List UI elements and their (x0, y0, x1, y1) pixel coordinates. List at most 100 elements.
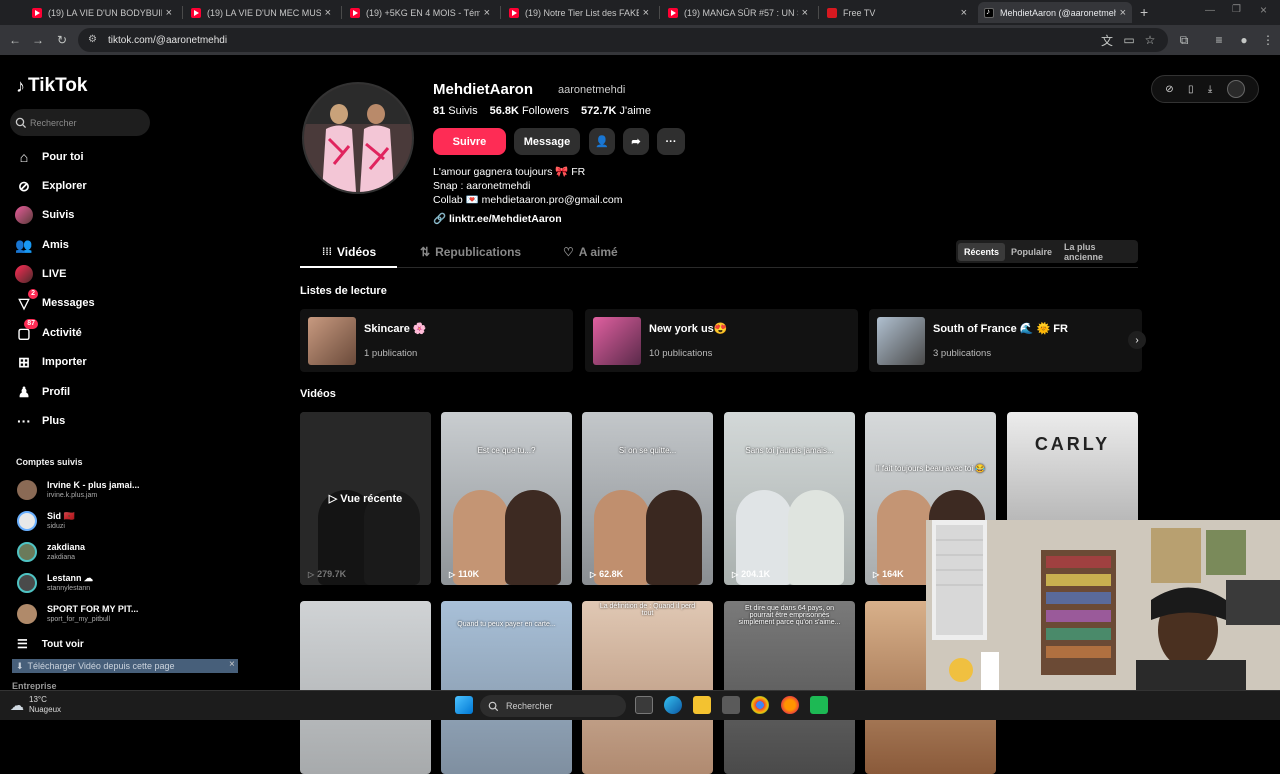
video-card[interactable]: Et dire que dans 64 pays, on pourrait êt… (724, 601, 855, 774)
chevron-right-icon[interactable]: › (1128, 331, 1146, 349)
add-friend-icon[interactable]: 👤 (589, 128, 615, 155)
task-view-icon[interactable] (635, 696, 653, 714)
profile-avatar (302, 82, 414, 194)
followed-account[interactable]: Irvine K - plus jamai... irvine.k.plus.ja… (17, 476, 140, 504)
media-controls-icon[interactable]: ≡ (1210, 31, 1228, 49)
following-avatar-icon (15, 206, 33, 224)
nav-explorer[interactable]: ⊘ Explorer (15, 175, 87, 197)
followers-stat[interactable]: 56.8K Followers (490, 105, 569, 117)
share-icon[interactable]: ➦ (623, 128, 649, 155)
likes-stat: 572.7K J'aime (581, 105, 651, 117)
sort-oldest[interactable]: La plus ancienne (1058, 238, 1136, 266)
profile-icon: ♟ (17, 383, 31, 400)
new-tab-icon[interactable]: + (1140, 4, 1148, 20)
store-icon[interactable] (722, 696, 740, 714)
see-all-link[interactable]: ☰ Tout voir (17, 637, 84, 651)
browser-tab[interactable]: (19) LA VIE D'UN MEC MUSCLÉ × (185, 2, 337, 23)
forward-icon[interactable]: → (29, 31, 47, 49)
playlist-card[interactable]: South of France 🌊 🌞 FR 3 publications (869, 309, 1142, 372)
back-icon[interactable]: ← (6, 31, 24, 49)
video-card[interactable]: Sans toi j'aurais jamais... 204.1K (724, 412, 855, 585)
followed-account[interactable]: SPORT FOR MY PIT... sport_for_my_pitbull (17, 600, 138, 628)
browser-tab[interactable]: (19) MANGA SÛR #57 : UN SCANDALE × (662, 2, 814, 23)
browser-tab[interactable]: Free TV × (821, 2, 973, 23)
nav-plus[interactable]: ··· Plus (15, 410, 65, 432)
edge-icon[interactable] (664, 696, 682, 714)
file-explorer-icon[interactable] (693, 696, 711, 714)
activity-badge: 87 (24, 319, 38, 329)
windows-start-icon[interactable] (455, 696, 473, 714)
tab-liked[interactable]: ♡ A aimé (563, 245, 618, 259)
app-icon[interactable] (810, 696, 828, 714)
followed-account[interactable]: Lestann ☁ stannylestann (17, 569, 93, 597)
close-icon[interactable]: × (325, 7, 331, 19)
live-icon (15, 265, 33, 283)
nav-importer[interactable]: ⊞ Importer (15, 351, 87, 373)
video-card[interactable]: ▷ Vue récente 279.7K (300, 412, 431, 585)
reload-icon[interactable]: ↻ (53, 31, 71, 49)
playlist-card[interactable]: Skincare 🌸 1 publication (300, 309, 573, 372)
video-card[interactable]: La définition de : Quand il perd tout (582, 601, 713, 774)
sort-selector: Récents Populaire La plus ancienne (956, 240, 1138, 263)
close-icon[interactable]: × (484, 7, 490, 19)
sort-popular[interactable]: Populaire (1005, 243, 1058, 261)
close-icon[interactable]: × (166, 7, 172, 19)
browser-tab[interactable]: (19) LA VIE D'UN BODYBUILDER × (26, 2, 178, 23)
site-info-icon[interactable]: ⚙ (88, 34, 100, 46)
nav-amis[interactable]: 👥 Amis (15, 234, 69, 256)
nav-pour-toi[interactable]: ⌂ Pour toi (15, 146, 84, 168)
translate-icon[interactable]: 文 (1098, 31, 1116, 49)
more-options-icon[interactable]: ··· (657, 128, 685, 155)
maximize-icon[interactable]: ❐ (1232, 4, 1241, 15)
nav-activite[interactable]: ▢ 87 Activité (15, 319, 82, 344)
profile-avatar-icon[interactable]: ● (1235, 31, 1253, 49)
address-bar[interactable]: ⚙ tiktok.com/@aaronetmehdi (78, 28, 1168, 52)
close-icon[interactable]: × (802, 7, 808, 19)
device-icon[interactable]: ▯ (1188, 84, 1194, 95)
message-button[interactable]: Message (514, 128, 580, 155)
close-icon[interactable]: × (229, 659, 235, 670)
nav-live[interactable]: LIVE (15, 263, 66, 285)
compass-icon[interactable]: ⊘ (1165, 84, 1173, 95)
search-input[interactable]: Rechercher (10, 109, 150, 136)
followed-account[interactable]: Sid 🇲🇦 siduzi (17, 507, 75, 535)
sort-recent[interactable]: Récents (958, 242, 1006, 261)
firefox-icon[interactable] (781, 696, 799, 714)
avatar[interactable] (1226, 80, 1245, 98)
tab-videos[interactable]: ⁞⁞⁞ Vidéos (322, 245, 376, 259)
chrome-menu-icon[interactable]: ⋮ (1259, 31, 1277, 49)
nav-suivis[interactable]: Suivis (15, 204, 74, 226)
window-close-icon[interactable]: × (1260, 3, 1267, 17)
download-extension-bar[interactable]: ⬇ Télécharger Vidéo depuis cette page (12, 659, 238, 673)
browser-tab[interactable]: (19) +5KG EN 4 MOIS - Témoignage × (344, 2, 496, 23)
cast-icon[interactable]: ▭ (1120, 31, 1138, 49)
following-stat[interactable]: 81 Suivis (433, 105, 478, 117)
link-icon: 🔗 (433, 213, 447, 225)
video-card[interactable]: Est ce que tu...? 110K (441, 412, 572, 585)
close-icon[interactable]: × (643, 7, 649, 19)
weather-widget[interactable]: ☁ 13°C Nuageux (10, 695, 61, 715)
chrome-icon[interactable] (751, 696, 769, 714)
avatar (17, 480, 37, 500)
browser-tab-active[interactable]: MehdietAaron (@aaronetmehdi) × (978, 2, 1132, 23)
nav-messages[interactable]: ▽ 2 Messages (15, 289, 95, 314)
tab-republications[interactable]: ⇅ Republications (420, 245, 521, 259)
nav-profil[interactable]: ♟ Profil (15, 381, 70, 403)
follow-button[interactable]: Suivre (433, 128, 506, 155)
view-count: 62.8K (590, 569, 623, 579)
video-card[interactable]: Quand tu peux payer en carte... (441, 601, 572, 774)
close-icon[interactable]: × (961, 7, 967, 19)
tiktok-logo[interactable]: ♪ TikTok (16, 75, 87, 97)
close-icon[interactable]: × (1120, 7, 1126, 19)
download-icon[interactable]: ⤓ (1208, 84, 1212, 95)
taskbar-search[interactable]: Rechercher (480, 695, 626, 717)
video-card[interactable] (300, 601, 431, 774)
bookmark-star-icon[interactable]: ☆ (1141, 31, 1159, 49)
extensions-icon[interactable]: ⧉ (1175, 31, 1193, 49)
profile-link[interactable]: 🔗 linktr.ee/MehdietAaron (433, 212, 562, 225)
browser-tab[interactable]: (19) Notre Tier List des FAKE NATTY × (503, 2, 655, 23)
minimize-icon[interactable]: — (1205, 5, 1215, 16)
followed-account[interactable]: zakdiana zakdiana (17, 538, 85, 566)
video-card[interactable]: Si on se quitte... 62.8K (582, 412, 713, 585)
playlist-card[interactable]: New york us😍 10 publications (585, 309, 858, 372)
